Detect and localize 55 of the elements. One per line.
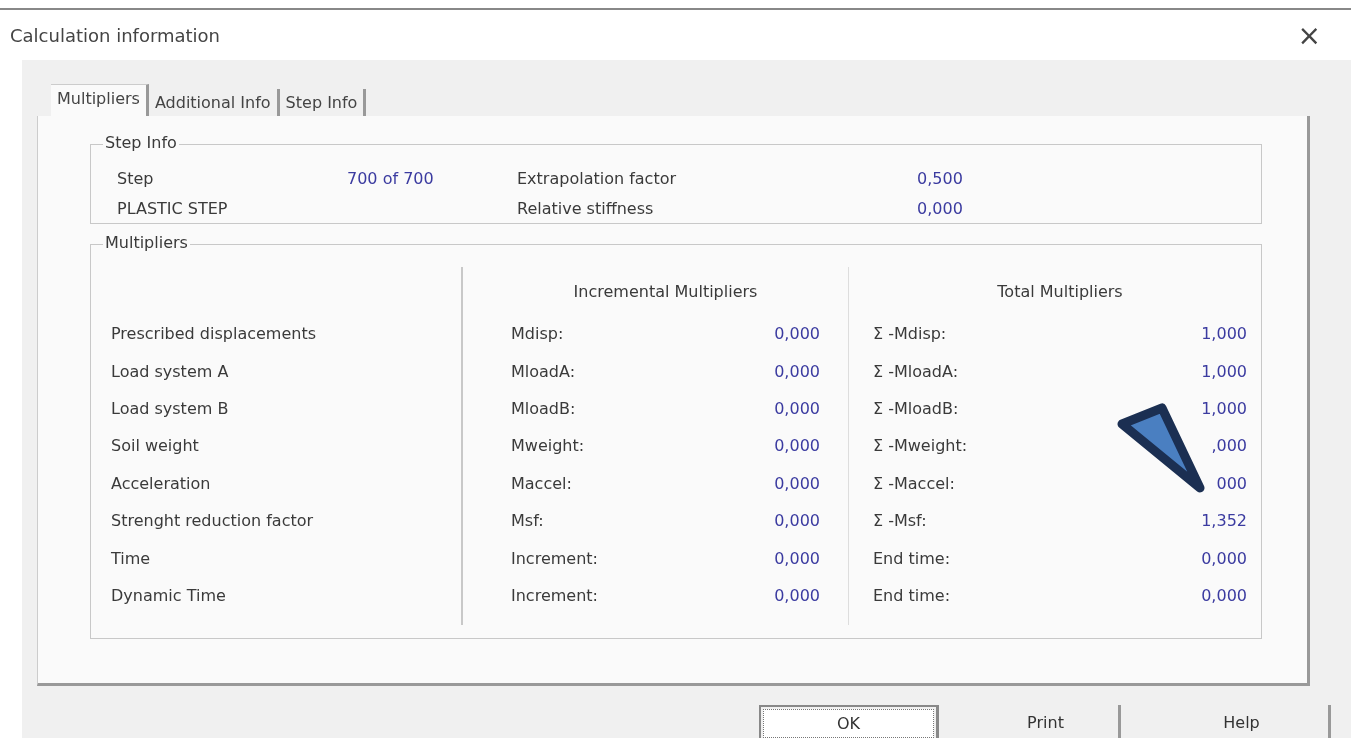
multiplier-label: Mweight: [511, 436, 585, 456]
multiplier-value: 0,000 [774, 398, 820, 418]
multiplier-label: Mdisp: [511, 324, 564, 344]
multiplier-label: Σ -Msf: [873, 511, 927, 531]
multiplier-value: 0,000 [774, 473, 820, 493]
multiplier-value: 1,352 [1201, 511, 1247, 531]
multiplier-label: Msf: [511, 511, 544, 531]
step-value: 700 of 700 [347, 168, 435, 188]
multiplier-label: Increment: [511, 548, 598, 568]
row-label: Time [111, 548, 151, 568]
multiplier-value: 0,000 [774, 361, 820, 381]
multiplier-value: 0,000 [774, 548, 820, 568]
tab[interactable]: Multipliers [51, 84, 149, 116]
multiplier-label: Σ -Mdisp: [873, 324, 947, 344]
row-label: Load system B [111, 398, 229, 418]
multiplier-value: ,000 [1211, 436, 1247, 456]
multiplier-label: Maccel: [511, 473, 572, 493]
row-label: Soil weight [111, 436, 199, 456]
multiplier-value: 0,000 [774, 436, 820, 456]
multiplier-label: MloadA: [511, 361, 576, 381]
group-title: Multipliers [103, 233, 190, 252]
multiplier-value: 000 [1216, 473, 1247, 493]
row-label: Load system A [111, 361, 229, 381]
multiplier-label: Σ -MloadA: [873, 361, 959, 381]
close-button[interactable]: × [1297, 18, 1321, 52]
row-label: Dynamic Time [111, 585, 226, 605]
field-label: Relative stiffness [517, 198, 655, 218]
row-label: Prescribed displacements [111, 324, 316, 344]
multiplier-value: 0,000 [1201, 585, 1247, 605]
multiplier-value: 0,000 [774, 511, 820, 531]
multiplier-value: 1,000 [1201, 398, 1247, 418]
step-label: Step [117, 168, 155, 188]
multiplier-label: Σ -Maccel: [873, 473, 955, 493]
dialog-button[interactable]: OK [759, 705, 939, 738]
phase-label: PLASTIC STEP [117, 198, 229, 218]
multiplier-label: MloadB: [511, 398, 576, 418]
row-label: Strenght reduction factor [111, 511, 314, 531]
multiplier-value: 0,000 [774, 585, 820, 605]
multiplier-label: Σ -MloadB: [873, 398, 959, 418]
field-value: 0,500 [917, 168, 964, 188]
window-title: Calculation information [10, 24, 221, 46]
group-title: Step Info [103, 133, 179, 152]
column-header: Incremental Multipliers [573, 281, 758, 301]
multiplier-value: 0,000 [774, 324, 820, 344]
multiplier-label: Σ -Mweight: [873, 436, 968, 456]
field-label: Extrapolation factor [517, 168, 678, 188]
row-label: Acceleration [111, 473, 211, 493]
multiplier-label: End time: [873, 548, 951, 568]
multiplier-label: End time: [873, 585, 951, 605]
multiplier-value: 1,000 [1201, 324, 1247, 344]
multiplier-value: 0,000 [1201, 548, 1247, 568]
column-header: Total Multipliers [997, 281, 1123, 301]
multiplier-label: Increment: [511, 585, 598, 605]
field-value: 0,000 [917, 198, 964, 218]
multiplier-value: 1,000 [1201, 361, 1247, 381]
